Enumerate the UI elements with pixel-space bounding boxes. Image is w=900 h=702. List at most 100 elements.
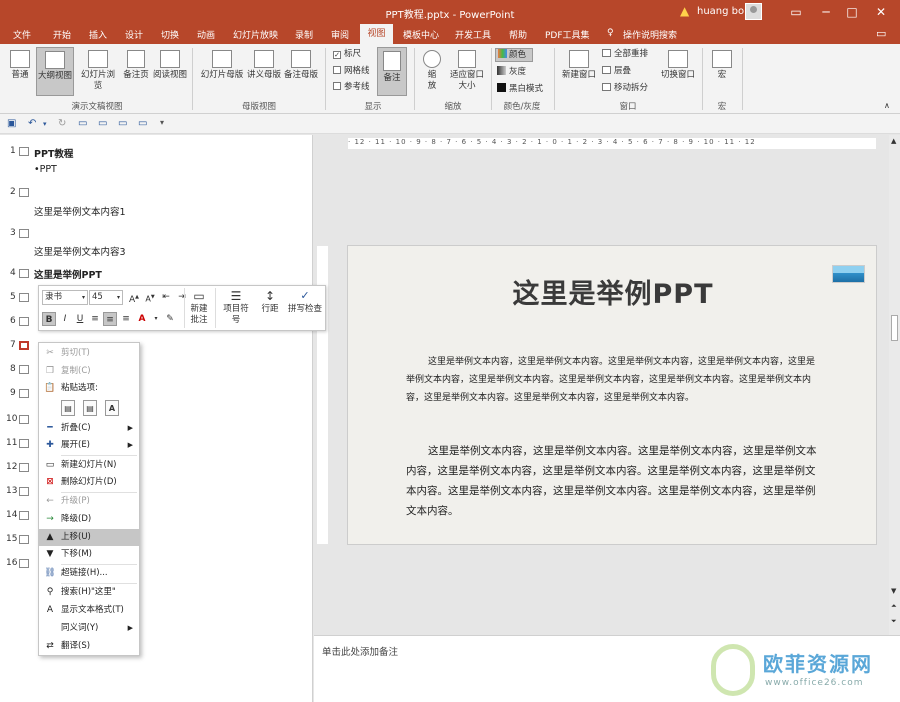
warning-icon[interactable]: ▲ [680,4,689,18]
zoom-button[interactable]: 缩放 [420,50,444,92]
slide-icon[interactable] [19,293,29,302]
menu-item-cut[interactable]: ✂ 剪切(T) [39,345,139,362]
font-color-dropdown-icon[interactable]: ▾ [149,312,163,326]
align-right-icon[interactable]: ≡ [119,312,133,326]
menu-item-move-up[interactable]: ▲ 上移(U) [39,529,139,546]
notes-placeholder[interactable]: 单击此处添加备注 [322,644,398,658]
slide-icon[interactable] [19,415,29,424]
menu-item-move-down[interactable]: ▼ 下移(M) [39,546,139,563]
close-button[interactable]: ✕ [870,3,892,21]
menu-item-hyperlink[interactable]: ⛓ 超链接(H)... [39,565,139,582]
slide-icon[interactable] [19,389,29,398]
horizontal-ruler[interactable]: · 12 · 11 · 10 · 9 · 8 · 7 · 6 · 5 · 4 ·… [348,138,876,149]
handout-master-button[interactable]: 讲义母版 [246,50,282,81]
redo-icon[interactable]: ↻ [58,118,66,129]
slide-icon[interactable] [19,188,29,197]
new-slide-icon[interactable]: ▭ [98,118,107,129]
guides-checkbox[interactable]: 参考线 [333,82,370,93]
menu-item-translate[interactable]: ⇄ 翻译(S) [39,638,139,655]
slide-title[interactable]: 这里是举例PPT [348,272,878,311]
slide-layout-icon[interactable]: ▭ [118,118,127,129]
notes-toggle-button[interactable]: 备注 [377,47,407,96]
outline-title[interactable]: PPT教程 [34,146,73,160]
bullets-button[interactable]: ☰ 项目符号 [221,288,251,326]
slide-icon[interactable] [19,229,29,238]
arrange-all-button[interactable]: 全部重排 [602,49,648,60]
tab-file[interactable]: 文件 [13,28,31,41]
tab-review[interactable]: 审阅 [331,28,349,41]
scroll-down-icon[interactable]: ▼ [891,587,896,595]
tab-record[interactable]: 录制 [295,28,313,41]
paste-merge-format-icon[interactable]: ▤ [83,400,97,416]
outline-title[interactable]: 这里是举例PPT [34,267,102,281]
font-color-icon[interactable]: A [135,312,149,326]
switch-window-button[interactable]: 切换窗口 [658,50,698,81]
ruler-checkbox[interactable]: ✓ 标尺 [333,49,361,60]
presenter-icon[interactable]: ▭ [138,118,147,129]
slide-icon[interactable] [19,487,29,496]
next-slide-icon[interactable]: ⏷ [891,617,897,626]
spellcheck-button[interactable]: ✓ 拼写检查 [287,288,323,315]
slide-icon[interactable] [19,317,29,326]
menu-item-delete-slide[interactable]: ⊠ 删除幻灯片(D) [39,474,139,491]
menu-item-new-slide[interactable]: ▭ 新建幻灯片(N) [39,457,139,474]
scroll-up-icon[interactable]: ▲ [891,137,896,145]
gridlines-checkbox[interactable]: 网格线 [333,66,370,77]
slide-icon[interactable] [19,147,29,156]
notes-master-button[interactable]: 备注母版 [283,50,319,81]
slide-master-button[interactable]: 幻灯片母版 [199,50,245,81]
outline-text[interactable]: •PPT [34,164,57,175]
menu-item-search[interactable]: ⚲ 搜索(H)"这里" [39,584,139,601]
fit-to-window-button[interactable]: 适应窗口大小 [448,50,486,92]
cascade-button[interactable]: 层叠 [602,66,631,77]
color-button[interactable]: 颜色 [495,48,533,62]
maximize-button[interactable]: □ [841,3,863,21]
slide-icon[interactable] [19,439,29,448]
grayscale-button[interactable]: 灰度 [497,66,526,78]
tell-me-search[interactable]: 操作说明搜索 [623,28,677,41]
menu-item-collapse[interactable]: ━ 折叠(C) ▶ [39,420,139,437]
notes-page-button[interactable]: 备注页 [121,50,151,81]
menu-item-copy[interactable]: ❐ 复制(C) [39,363,139,380]
italic-button[interactable]: I [58,312,72,326]
menu-item-synonyms[interactable]: 同义词(Y) ▶ [39,620,139,637]
paste-keep-source-icon[interactable]: ▤ [61,400,75,416]
outline-text[interactable]: 这里是举例文本内容3 [34,244,126,258]
tab-animations[interactable]: 动画 [197,28,215,41]
tab-developer[interactable]: 开发工具 [455,28,491,41]
menu-item-promote[interactable]: ← 升级(P) [39,493,139,510]
avatar[interactable] [745,3,762,20]
underline-button[interactable]: U [73,312,87,326]
move-split-button[interactable]: 移动拆分 [602,83,648,94]
undo-dropdown-icon[interactable]: ▾ [43,120,47,128]
customize-qat-icon[interactable]: ▾ [160,118,164,127]
line-spacing-button[interactable]: ↕ 行距 [257,288,283,315]
user-name[interactable]: huang bo [697,6,744,17]
align-center-icon[interactable]: ≡ [103,312,117,326]
ribbon-display-icon[interactable]: ▭ [785,3,807,21]
slide-paragraph[interactable]: 这里是举例文本内容，这里是举例文本内容。这里是举例文本内容，这里是举例文本内容，… [406,353,822,407]
outline-text[interactable]: 这里是举例文本内容1 [34,204,126,218]
outline-view-button[interactable]: 大纲视图 [36,47,74,96]
reading-view-button[interactable]: 阅读视图 [152,50,188,81]
tab-insert[interactable]: 插入 [89,28,107,41]
format-painter-icon[interactable]: ✎ [163,312,177,326]
slide-icon[interactable] [19,535,29,544]
slide-paragraph[interactable]: 这里是举例文本内容，这里是举例文本内容。这里是举例文本内容，这里是举例文本内容，… [406,441,822,521]
slide-icon[interactable] [19,559,29,568]
save-icon[interactable]: ▣ [7,118,16,129]
tab-template-center[interactable]: 模板中心 [403,28,439,41]
tab-transitions[interactable]: 切换 [161,28,179,41]
decrease-indent-icon[interactable]: ⇤ [159,290,173,304]
undo-icon[interactable]: ↶ [28,118,36,129]
new-window-button[interactable]: 新建窗口 [560,50,598,81]
paste-text-only-icon[interactable]: A [105,400,119,416]
macros-button[interactable]: 宏 [708,50,736,81]
tab-help[interactable]: 帮助 [509,28,527,41]
black-white-button[interactable]: 黑白模式 [497,83,543,95]
increase-font-icon[interactable]: A▲ [127,290,141,305]
new-comment-button[interactable]: ▭ 新建批注 [187,288,211,326]
tab-home[interactable]: 开始 [53,28,71,41]
slide-icon[interactable] [19,269,29,278]
slide-icon[interactable] [19,463,29,472]
